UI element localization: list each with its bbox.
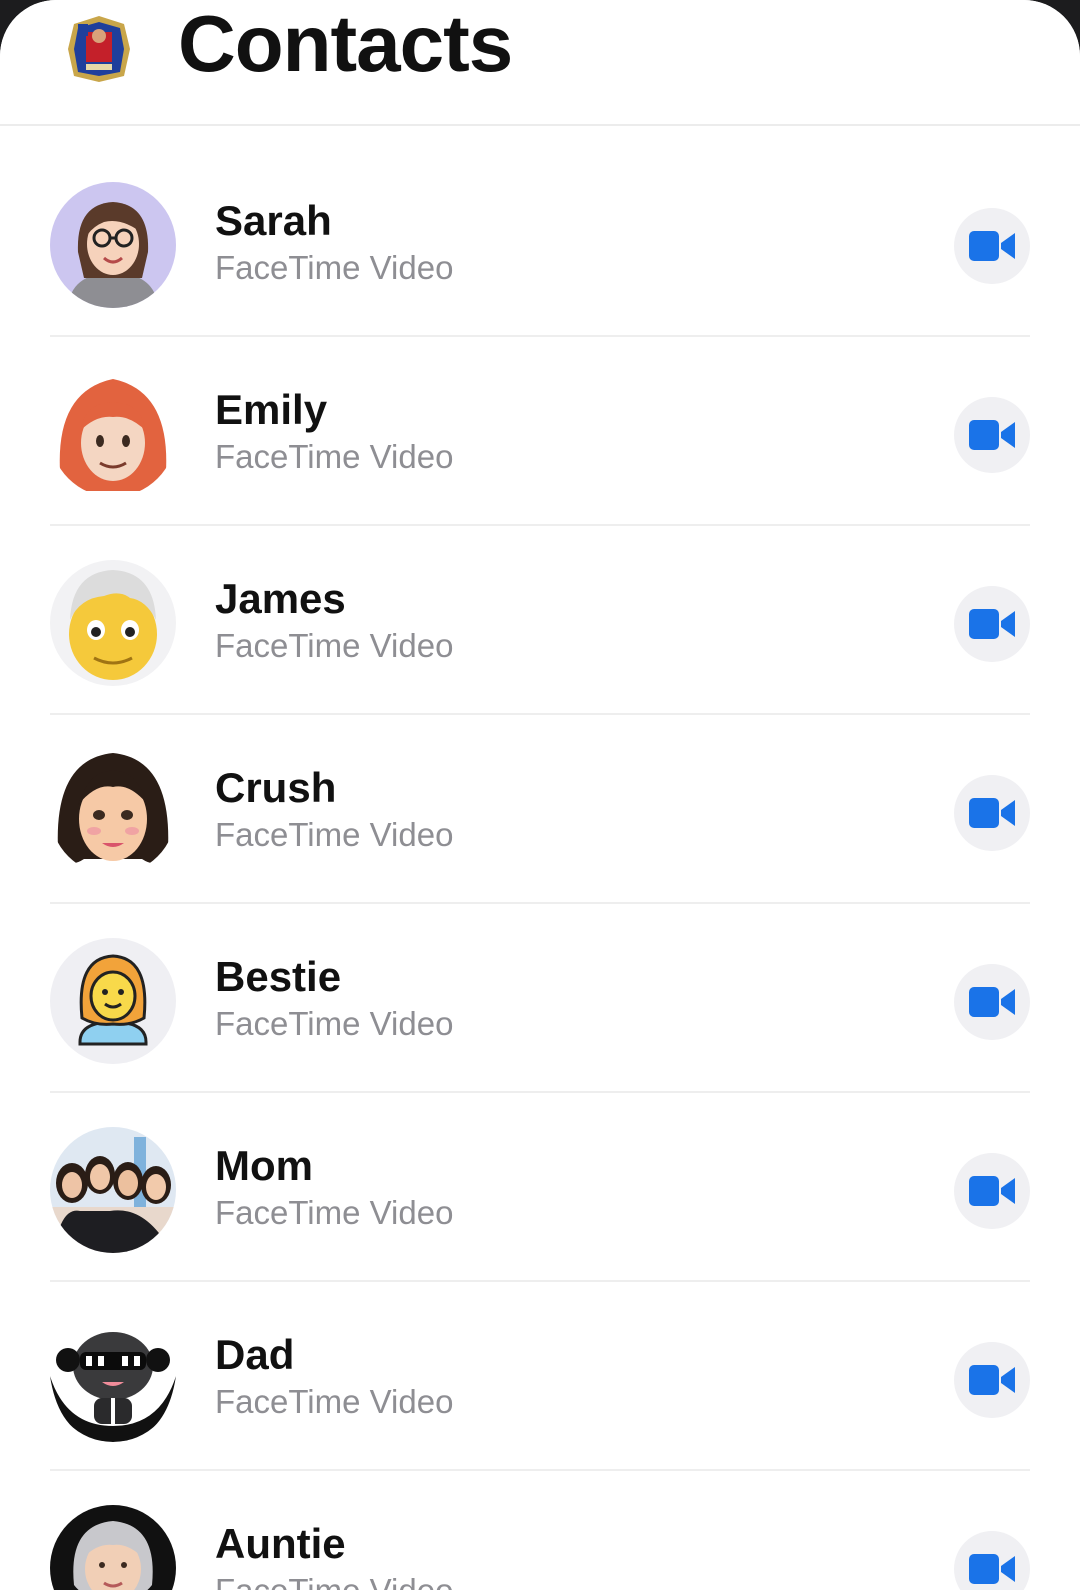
contact-name: James — [215, 575, 346, 622]
contact-name: Mom — [215, 1142, 313, 1189]
sunglasses-character-avatar — [50, 1316, 176, 1442]
older-man-avatar — [50, 560, 176, 686]
video-camera-icon — [969, 609, 1015, 639]
video-camera-icon — [969, 231, 1015, 261]
woman-emoji-avatar — [50, 938, 176, 1064]
contact-name: Auntie — [215, 1520, 346, 1567]
video-camera-icon — [969, 1554, 1015, 1584]
contact-name: Bestie — [215, 953, 342, 1000]
contact-row[interactable]: Emily FaceTime Video — [50, 337, 1030, 526]
contact-subtitle: FaceTime Video — [215, 627, 454, 664]
contact-name: Sarah — [215, 197, 332, 244]
woman-glasses-avatar — [50, 182, 176, 308]
video-camera-icon — [969, 987, 1015, 1017]
contact-subtitle: FaceTime Video — [215, 1571, 453, 1590]
video-call-button[interactable] — [954, 964, 1030, 1040]
video-call-button[interactable] — [954, 1153, 1030, 1229]
video-call-button[interactable] — [954, 1342, 1030, 1418]
video-camera-icon — [969, 798, 1015, 828]
contact-subtitle: FaceTime Video — [215, 816, 454, 853]
contact-row[interactable]: Dad FaceTime Video — [50, 1282, 1030, 1471]
group-photo-avatar — [50, 1127, 176, 1253]
video-call-button[interactable] — [954, 208, 1030, 284]
contact-name: Crush — [215, 764, 337, 811]
contact-row[interactable]: Sarah FaceTime Video — [50, 148, 1030, 337]
contact-subtitle: FaceTime Video — [215, 1005, 454, 1042]
header: Contacts — [0, 0, 1080, 126]
contact-subtitle: FaceTime Video — [215, 1383, 454, 1420]
contact-row[interactable]: Mom FaceTime Video — [50, 1093, 1030, 1282]
contacts-screen: Contacts Sarah FaceTime Video Emily Face… — [0, 0, 1080, 1590]
video-call-button[interactable] — [954, 397, 1030, 473]
red-hair-woman-avatar — [50, 371, 176, 497]
contact-row[interactable]: Bestie FaceTime Video — [50, 904, 1030, 1093]
contact-subtitle: FaceTime Video — [215, 438, 454, 475]
contact-row[interactable]: Crush FaceTime Video — [50, 715, 1030, 904]
video-call-button[interactable] — [954, 1531, 1030, 1590]
contact-row[interactable]: James FaceTime Video — [50, 526, 1030, 715]
video-camera-icon — [969, 1365, 1015, 1395]
contact-row[interactable]: Auntie FaceTime Video — [50, 1471, 1030, 1590]
video-call-button[interactable] — [954, 586, 1030, 662]
video-camera-icon — [969, 1176, 1015, 1206]
contact-name: Emily — [215, 386, 328, 433]
contact-name: Dad — [215, 1331, 295, 1378]
video-camera-icon — [969, 420, 1015, 450]
dark-hair-woman-avatar — [50, 749, 176, 875]
video-call-button[interactable] — [954, 775, 1030, 851]
page-title: Contacts — [178, 0, 513, 88]
contact-subtitle: FaceTime Video — [215, 1194, 454, 1231]
profile-card-icon[interactable] — [64, 14, 134, 84]
contact-subtitle: FaceTime Video — [215, 249, 454, 286]
grey-hair-woman-avatar — [50, 1505, 176, 1590]
